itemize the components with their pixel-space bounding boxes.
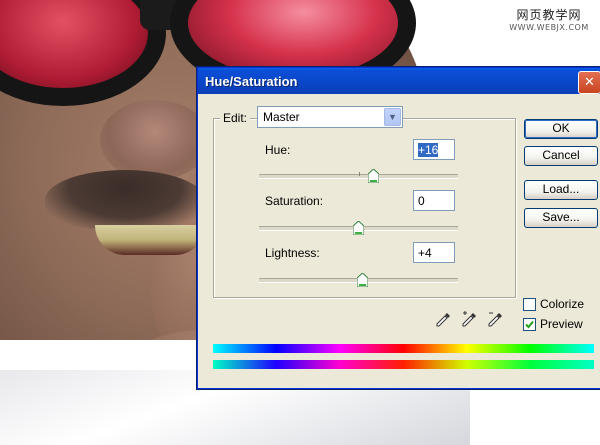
hue-label: Hue: [265,143,291,157]
lightness-label: Lightness: [265,246,320,260]
ok-button[interactable]: OK [524,119,598,139]
saturation-input[interactable]: 0 [413,190,455,211]
saturation-value: 0 [418,194,425,208]
hue-input[interactable]: +16 [413,139,455,160]
hue-value: +16 [418,143,439,157]
eyedropper-minus-icon[interactable] [486,311,504,329]
preview-checkbox[interactable] [523,317,536,331]
colorize-label: Colorize [540,297,585,311]
watermark-url: WWW.WEBJX.COM [509,23,589,32]
input-color-bar [213,344,594,353]
close-icon: ✕ [584,74,595,89]
edit-label: Edit: [220,111,251,125]
output-color-bar [213,360,594,369]
colorize-checkbox[interactable] [523,297,536,311]
watermark-title: 网页教学网 [516,8,582,22]
load-button[interactable]: Load... [524,180,598,200]
image-edge [0,340,200,370]
edit-channel-value: Master [263,110,300,124]
hue-saturation-dialog: Hue/Saturation ✕ Edit: Master ▼ Hue: +16… [197,67,600,389]
watermark: 网页教学网 WWW.WEBJX.COM [500,6,598,32]
save-button[interactable]: Save... [524,208,598,228]
saturation-label: Saturation: [265,194,324,208]
adjustment-group [213,118,516,298]
dialog-titlebar[interactable]: Hue/Saturation ✕ [198,68,600,94]
saturation-slider-thumb[interactable] [353,221,364,235]
hue-slider-center-tick [359,172,360,176]
hue-slider-thumb[interactable] [367,169,379,183]
edit-channel-select[interactable]: Master ▼ [257,106,403,128]
close-button[interactable]: ✕ [578,71,600,94]
preview-label: Preview [540,317,583,331]
lightness-input[interactable]: +4 [413,242,455,263]
lightness-value: +4 [418,246,432,260]
cancel-button[interactable]: Cancel [524,146,598,166]
mouth [95,225,205,255]
eyedropper-icon[interactable] [434,311,452,329]
mustache [45,170,205,230]
dialog-title: Hue/Saturation [205,73,298,89]
preview-option[interactable]: Preview [523,317,583,331]
lightness-slider-thumb[interactable] [356,273,368,287]
colorize-option[interactable]: Colorize [523,297,584,311]
chevron-down-icon[interactable]: ▼ [384,108,401,126]
eyedropper-plus-icon[interactable] [460,311,478,329]
